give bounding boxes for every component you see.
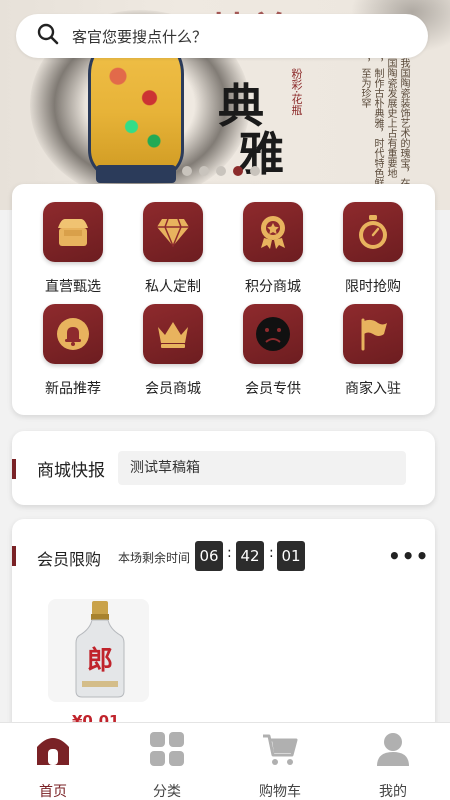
more-button[interactable]: ••• xyxy=(388,544,429,568)
category-grid: 直营甄选 私人定制 积分商城 限时抢购 新品推荐 会员商城 会员专供 商家入驻 xyxy=(12,184,435,415)
countdown-minutes: 42 xyxy=(236,541,264,571)
diamond-icon xyxy=(143,202,203,262)
vase-base xyxy=(96,165,176,183)
user-icon xyxy=(375,731,411,767)
grid-item-points-mall[interactable]: 积分商城 xyxy=(223,202,323,296)
grid-item-label: 直营甄选 xyxy=(45,279,101,295)
bell-icon xyxy=(43,304,103,364)
grid-item-label: 积分商城 xyxy=(245,279,301,295)
carousel-dot[interactable] xyxy=(250,166,260,176)
member-limited-card: 会员限购 本场剩余时间 06 : 42 : 01 ••• 郎 ¥0.01 xyxy=(12,519,435,739)
tab-category[interactable]: 分类 xyxy=(127,731,207,800)
tab-home[interactable]: 首页 xyxy=(13,731,93,800)
grid-item-label: 限时抢购 xyxy=(345,279,401,295)
medal-icon xyxy=(243,202,303,262)
section-accent-bar xyxy=(12,546,16,566)
home-icon xyxy=(35,731,71,767)
news-title: 商城快报 xyxy=(37,461,105,481)
countdown-hours: 06 xyxy=(195,541,223,571)
flag-icon xyxy=(343,304,403,364)
countdown-separator: : xyxy=(227,545,232,561)
face-icon xyxy=(243,304,303,364)
grid-item-direct-select[interactable]: 直营甄选 xyxy=(23,202,123,296)
carousel-indicator xyxy=(182,166,260,176)
tab-cart[interactable]: 购物车 xyxy=(240,731,320,800)
product-card[interactable]: 郎 xyxy=(48,599,149,702)
category-icon xyxy=(149,731,185,767)
carousel-dot[interactable] xyxy=(199,166,209,176)
carousel-dot-active[interactable] xyxy=(233,166,243,176)
bottom-tab-bar: 首页 分类 购物车 我的 xyxy=(0,722,450,800)
grid-item-label: 新品推荐 xyxy=(45,381,101,397)
banner-side-text: 粉彩·花瓶 xyxy=(290,68,303,116)
grid-item-member-exclusive[interactable]: 会员专供 xyxy=(223,304,323,398)
news-ticker[interactable]: 测试草稿箱 xyxy=(118,451,406,485)
banner-poem-text: 是我国陶瓷装饰艺术的瑰宝，在中国陶瓷发展史上占有重要地位，制作古朴典雅，时代特色… xyxy=(359,48,409,188)
cart-icon xyxy=(262,731,298,767)
tab-label: 首页 xyxy=(39,784,67,800)
carousel-dot[interactable] xyxy=(216,166,226,176)
mall-news-card: 商城快报 测试草稿箱 xyxy=(12,431,435,505)
search-icon xyxy=(36,22,60,50)
grid-item-member-mall[interactable]: 会员商城 xyxy=(123,304,223,398)
grid-item-label: 会员商城 xyxy=(145,381,201,397)
tab-label: 我的 xyxy=(379,784,407,800)
section-accent-bar xyxy=(12,459,16,479)
carousel-dot[interactable] xyxy=(182,166,192,176)
stopwatch-icon xyxy=(343,202,403,262)
crown-icon xyxy=(143,304,203,364)
grid-item-merchant-join[interactable]: 商家入驻 xyxy=(323,304,423,398)
grid-item-new-arrivals[interactable]: 新品推荐 xyxy=(23,304,123,398)
grid-item-flash-sale[interactable]: 限时抢购 xyxy=(323,202,423,296)
countdown-separator: : xyxy=(269,545,274,561)
tab-label: 购物车 xyxy=(259,784,301,800)
liquor-bottle-image: 郎 xyxy=(75,601,125,698)
banner-carousel[interactable]: 精美 典 雅 粉彩·花瓶 是我国陶瓷装饰艺术的瑰宝，在中国陶瓷发展史上占有重要地… xyxy=(0,0,450,210)
bottle-brand-text: 郎 xyxy=(87,646,113,676)
tab-label: 分类 xyxy=(153,784,181,800)
search-input[interactable]: 客官您要搜点什么？ xyxy=(72,26,207,47)
search-bar[interactable]: 客官您要搜点什么？ xyxy=(16,14,428,58)
grid-item-label: 私人定制 xyxy=(145,279,201,295)
grid-item-private-custom[interactable]: 私人定制 xyxy=(123,202,223,296)
grid-item-label: 会员专供 xyxy=(245,381,301,397)
member-limited-title: 会员限购 xyxy=(37,550,102,569)
store-icon xyxy=(43,202,103,262)
tab-profile[interactable]: 我的 xyxy=(353,731,433,800)
countdown-seconds: 01 xyxy=(277,541,305,571)
countdown-label: 本场剩余时间 xyxy=(118,551,191,565)
grid-item-label: 商家入驻 xyxy=(345,381,401,397)
